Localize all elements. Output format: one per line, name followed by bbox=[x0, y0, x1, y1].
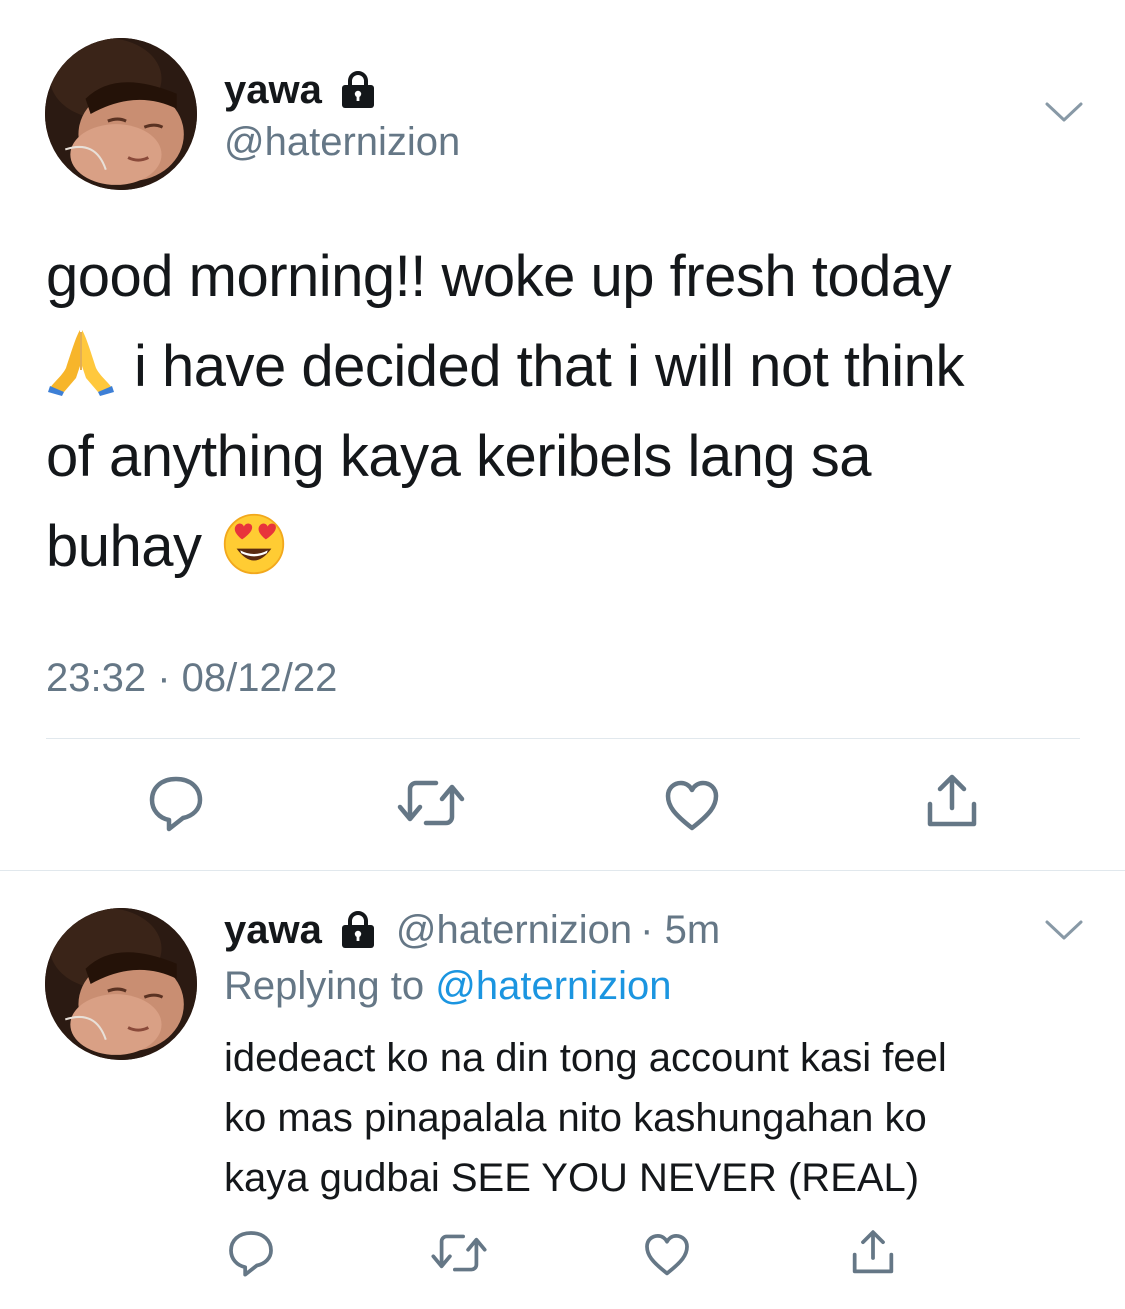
reply-text-line: kaya gudbai SEE YOU NEVER (REAL) bbox=[224, 1156, 920, 1200]
handle[interactable]: @haternizion bbox=[396, 910, 632, 950]
avatar[interactable] bbox=[45, 38, 197, 190]
replying-to-link[interactable]: @haternizion bbox=[435, 964, 671, 1008]
reply-text-line: idedeact ko na din tong account kasi fee… bbox=[224, 1036, 947, 1080]
lock-icon bbox=[338, 910, 378, 950]
reply-icon[interactable] bbox=[226, 1228, 276, 1278]
timestamp[interactable]: 23:32 · 08/12/22 bbox=[46, 656, 337, 701]
display-name[interactable]: yawa bbox=[224, 910, 322, 950]
like-icon[interactable] bbox=[642, 1230, 692, 1280]
tweet-text-line: buhay bbox=[46, 502, 1086, 592]
relative-time[interactable]: · 5m bbox=[640, 910, 720, 950]
chevron-down-icon[interactable] bbox=[1044, 100, 1084, 124]
tweet-text-line: of anything kaya keribels lang sa bbox=[46, 424, 872, 489]
divider bbox=[0, 870, 1125, 871]
lock-icon bbox=[338, 70, 378, 110]
divider bbox=[46, 738, 1080, 739]
chevron-down-icon[interactable] bbox=[1044, 918, 1084, 942]
reply-text: idedeact ko na din tong account kasi fee… bbox=[224, 1028, 1104, 1208]
retweet-icon[interactable] bbox=[396, 773, 466, 833]
tweet-text-line: good morning!! woke up fresh today bbox=[46, 244, 952, 309]
tweet-text-line: i have decided that i will not think bbox=[46, 322, 1086, 412]
like-icon[interactable] bbox=[662, 776, 722, 836]
heart-eyes-icon bbox=[222, 512, 286, 576]
tweet-text: good morning!! woke up fresh today i hav… bbox=[46, 232, 1086, 592]
handle[interactable]: @haternizion bbox=[224, 122, 460, 162]
author-row: yawa bbox=[224, 70, 378, 110]
share-icon[interactable] bbox=[922, 772, 982, 832]
folded-hands-icon bbox=[46, 326, 116, 396]
display-name[interactable]: yawa bbox=[224, 70, 322, 110]
replying-to-label: Replying to bbox=[224, 964, 425, 1008]
reply-text-line: ko mas pinapalala nito kashungahan ko bbox=[224, 1096, 927, 1140]
avatar[interactable] bbox=[45, 908, 197, 1060]
replying-to: Replying to @haternizion bbox=[224, 966, 672, 1006]
share-icon[interactable] bbox=[848, 1228, 898, 1278]
reply-author-row: yawa @haternizion · 5m bbox=[224, 910, 720, 950]
reply-icon[interactable] bbox=[146, 773, 206, 833]
retweet-icon[interactable] bbox=[430, 1228, 488, 1278]
